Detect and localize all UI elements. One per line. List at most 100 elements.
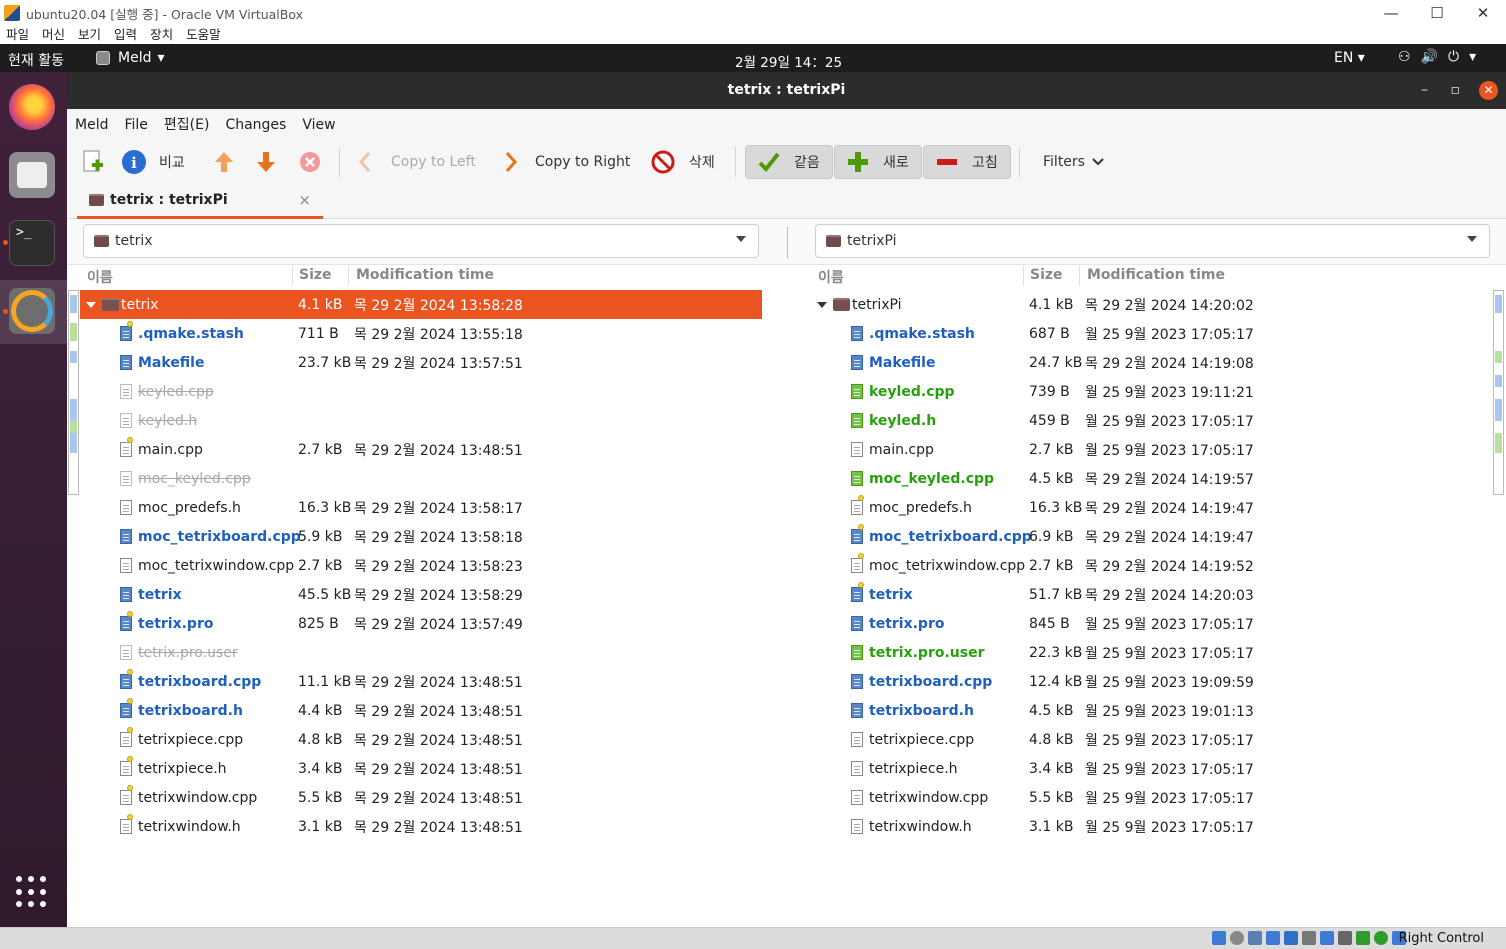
storage-icon[interactable] [1212,931,1226,945]
file-row[interactable]: tetrix 45.5 kB 목 29 2월 2024 13:58:29 [80,580,762,609]
show-new-toggle[interactable]: 새로 [834,145,922,179]
file-row[interactable]: keyled.cpp [80,377,762,406]
file-row[interactable]: moc_tetrixboard.cpp 6.9 kB 목 29 2월 2024 14… [811,522,1493,551]
input-language-indicator[interactable]: EN ▾ [1334,50,1365,66]
col-name-header[interactable]: 이름 [87,267,113,287]
meld-dock-icon[interactable] [9,288,55,334]
menu-view[interactable]: View [302,109,335,141]
col-mtime-header[interactable]: Modification time [356,267,494,283]
file-row[interactable]: moc_tetrixboard.cpp 5.9 kB 목 29 2월 2024 13… [80,522,762,551]
window-minimize-button[interactable]: – [1421,72,1428,109]
col-name-header[interactable]: 이름 [818,267,844,287]
files-icon[interactable] [9,152,55,198]
file-row[interactable]: tetrixwindow.cpp 5.5 kB 목 29 2월 2024 13:48… [80,783,762,812]
menu-file[interactable]: File [124,109,147,141]
host-minimize-button[interactable]: — [1368,0,1414,26]
optical-drive-icon[interactable] [1230,931,1244,945]
next-change-button[interactable] [255,145,277,179]
audio-icon[interactable] [1248,931,1262,945]
file-row[interactable]: tetrixpiece.cpp 4.8 kB 월 25 9월 2023 17:05:… [811,725,1493,754]
file-row[interactable]: tetrixboard.h 4.4 kB 목 29 2월 2024 13:48:51 [80,696,762,725]
right-path-combo[interactable]: tetrixPi [815,224,1490,258]
file-row[interactable]: tetrixwindow.cpp 5.5 kB 월 25 9월 2023 17:05… [811,783,1493,812]
delete-button[interactable]: 삭제 [651,145,715,179]
col-size-header[interactable]: Size [299,267,332,283]
display-icon[interactable] [1320,931,1334,945]
tab-comparison[interactable]: tetrix : tetrixPi × [77,183,323,219]
vbox-menu-devices[interactable]: 장치 [150,26,173,44]
file-row[interactable]: tetrix.pro 845 B 월 25 9월 2023 17:05:17 [811,609,1493,638]
menu-meld[interactable]: Meld [75,109,108,141]
app-menu[interactable]: Meld ▾ [96,50,165,66]
window-maximize-button[interactable]: ▫ [1451,72,1461,109]
file-row[interactable]: moc_tetrixwindow.cpp 2.7 kB 목 29 2월 2024 1… [80,551,762,580]
left-path-combo[interactable]: tetrix [83,224,759,258]
folder-row[interactable]: tetrix 4.1 kB 목 29 2월 2024 13:58:28 [80,290,762,319]
file-row[interactable]: moc_keyled.cpp [80,464,762,493]
vbox-menu-input[interactable]: 입력 [114,26,137,44]
file-row[interactable]: tetrix.pro.user 22.3 kB 월 25 9월 2023 17:05… [811,638,1493,667]
menu-edit[interactable]: 편집(E) [164,109,210,141]
col-size-header[interactable]: Size [1030,267,1063,283]
usb-icon[interactable] [1284,931,1298,945]
compare-button[interactable]: i 비교 [121,145,185,179]
file-row[interactable]: Makefile 24.7 kB 목 29 2월 2024 14:19:08 [811,348,1493,377]
file-row[interactable]: Makefile 23.7 kB 목 29 2월 2024 13:57:51 [80,348,762,377]
file-row[interactable]: tetrixpiece.h 3.4 kB 목 29 2월 2024 13:48:51 [80,754,762,783]
folder-row[interactable]: tetrixPi 4.1 kB 목 29 2월 2024 14:20:02 [811,290,1493,319]
vbox-menu-view[interactable]: 보기 [78,26,101,44]
vbox-menu-machine[interactable]: 머신 [42,26,65,44]
clock[interactable]: 2월 29일 14：25 [735,51,842,71]
left-overview-map[interactable] [68,290,79,495]
shared-folders-icon[interactable] [1302,931,1316,945]
vbox-menu-help[interactable]: 도움말 [186,26,221,44]
host-maximize-button[interactable]: ☐ [1414,0,1460,26]
file-row[interactable]: moc_tetrixwindow.cpp 2.7 kB 목 29 2월 2024 1… [811,551,1493,580]
cpu-icon[interactable] [1356,931,1370,945]
show-modified-toggle[interactable]: 고침 [923,145,1011,179]
file-row[interactable]: .qmake.stash 687 B 월 25 9월 2023 17:05:17 [811,319,1493,348]
file-row[interactable]: .qmake.stash 711 B 목 29 2월 2024 13:55:18 [80,319,762,348]
file-row[interactable]: tetrixboard.cpp 12.4 kB 월 25 9월 2023 19:09… [811,667,1493,696]
show-applications-icon[interactable] [16,876,48,908]
file-row[interactable]: tetrixwindow.h 3.1 kB 목 29 2월 2024 13:48:5… [80,812,762,841]
file-row[interactable]: keyled.h 459 B 월 25 9월 2023 17:05:17 [811,406,1493,435]
file-row[interactable]: moc_keyled.cpp 4.5 kB 목 29 2월 2024 14:19:5… [811,464,1493,493]
mouse-integration-icon[interactable] [1374,931,1388,945]
file-row[interactable]: moc_predefs.h 16.3 kB 목 29 2월 2024 14:19:4… [811,493,1493,522]
col-mtime-header[interactable]: Modification time [1087,267,1225,283]
tab-close-button[interactable]: × [298,191,311,209]
terminal-icon[interactable]: >_ [9,220,55,266]
menu-changes[interactable]: Changes [225,109,286,141]
expander-icon[interactable] [86,301,96,308]
activities-button[interactable]: 현재 활동 [8,50,64,70]
vbox-menu-file[interactable]: 파일 [6,26,29,44]
expander-icon[interactable] [817,301,827,308]
new-comparison-button[interactable] [81,145,105,179]
file-row[interactable]: main.cpp 2.7 kB 목 29 2월 2024 13:48:51 [80,435,762,464]
file-row[interactable]: tetrix.pro 825 B 목 29 2월 2024 13:57:49 [80,609,762,638]
window-close-button[interactable]: ✕ [1479,81,1498,100]
copy-to-left-button[interactable]: Copy to Left [357,145,476,179]
file-row[interactable]: tetrixboard.cpp 11.1 kB 목 29 2월 2024 13:48… [80,667,762,696]
firefox-icon[interactable] [9,84,55,130]
file-row[interactable]: moc_predefs.h 16.3 kB 목 29 2월 2024 13:58:1… [80,493,762,522]
file-row[interactable]: tetrixwindow.h 3.1 kB 월 25 9월 2023 17:05:1… [811,812,1493,841]
system-tray[interactable]: ⚇ 🔊 ⏻ ▾ [1398,49,1476,65]
previous-change-button[interactable] [213,145,235,179]
pane-divider[interactable] [787,227,788,259]
file-row[interactable]: tetrixboard.h 4.5 kB 월 25 9월 2023 19:01:13 [811,696,1493,725]
file-row[interactable]: tetrixpiece.h 3.4 kB 월 25 9월 2023 17:05:17 [811,754,1493,783]
stop-button[interactable] [299,145,321,179]
host-close-button[interactable]: ✕ [1460,0,1506,26]
file-row[interactable]: main.cpp 2.7 kB 월 25 9월 2023 17:05:17 [811,435,1493,464]
file-row[interactable]: keyled.cpp 739 B 월 25 9월 2023 19:11:21 [811,377,1493,406]
file-row[interactable]: tetrix 51.7 kB 목 29 2월 2024 14:20:03 [811,580,1493,609]
file-row[interactable]: keyled.h [80,406,762,435]
file-row[interactable]: tetrix.pro.user [80,638,762,667]
filters-button[interactable]: Filters [1043,145,1105,179]
network-adapter-icon[interactable] [1266,931,1280,945]
file-row[interactable]: tetrixpiece.cpp 4.8 kB 목 29 2월 2024 13:48:… [80,725,762,754]
recording-icon[interactable] [1338,931,1352,945]
show-identical-toggle[interactable]: 같음 [745,145,833,179]
